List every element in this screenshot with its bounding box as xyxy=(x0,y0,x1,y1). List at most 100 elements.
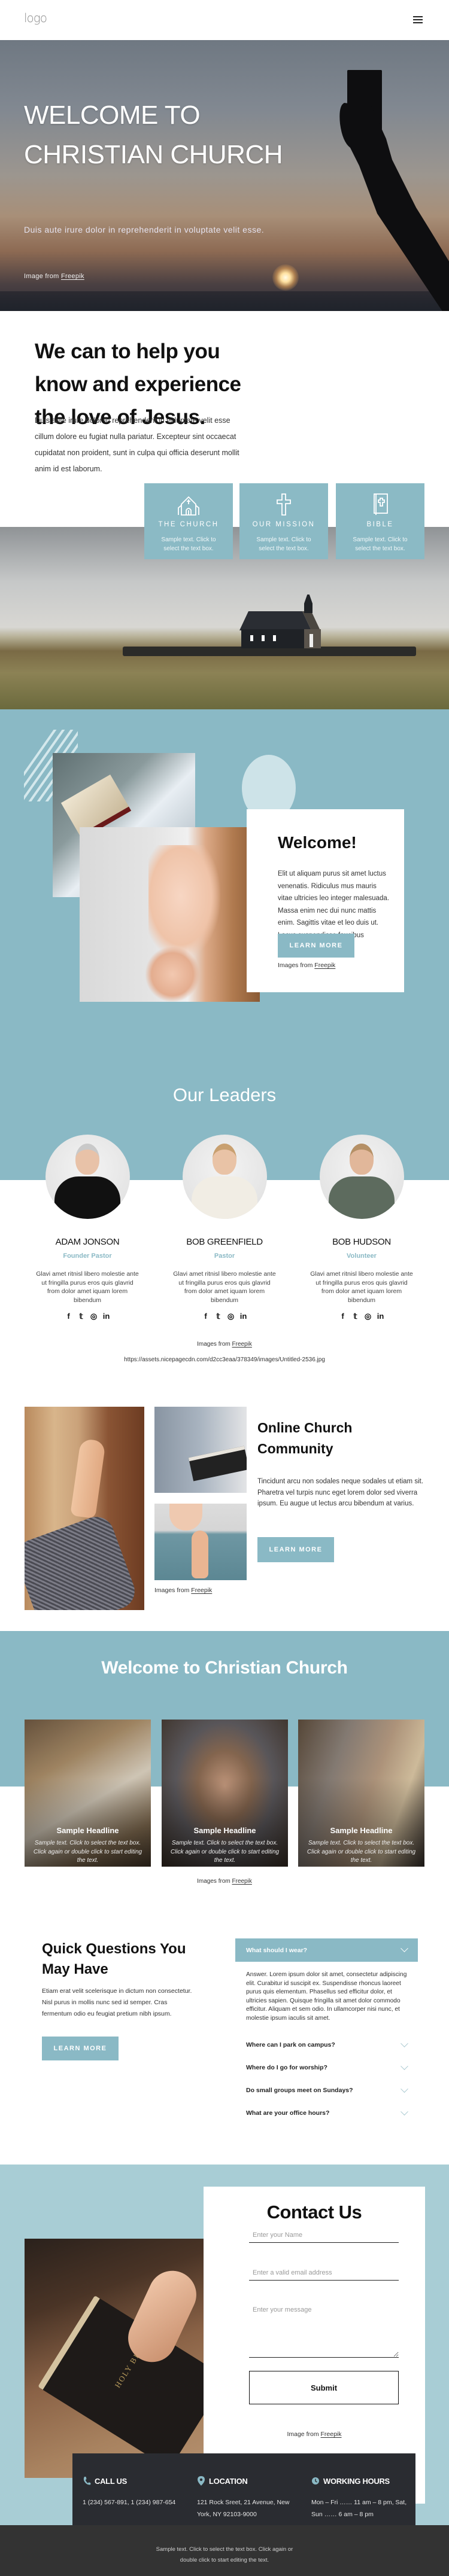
man-holding-bible-image xyxy=(154,1407,247,1493)
community-heading: Online Church Community xyxy=(257,1420,353,1456)
feature-card-mission[interactable]: OUR MISSION Sample text. Click to select… xyxy=(239,483,328,559)
phone-icon xyxy=(83,2477,91,2485)
instagram-icon[interactable]: ◎ xyxy=(365,1312,372,1321)
leader-role: Founder Pastor xyxy=(63,1252,112,1260)
welcome-learn-more-button[interactable]: LEARN MORE xyxy=(278,934,354,958)
faq-heading: Quick Questions You May Have xyxy=(42,1941,186,1977)
freepik-link[interactable]: Freepik xyxy=(61,273,84,280)
faq-answer: Answer. Lorem ipsum dolor sit amet, cons… xyxy=(246,1971,407,2022)
feature-card-church[interactable]: THE CHURCH Sample text. Click to select … xyxy=(144,483,233,559)
wcc-card[interactable]: Sample Headline Sample text. Click to se… xyxy=(25,1720,151,1867)
facebook-icon[interactable]: f xyxy=(339,1312,347,1321)
feature-title: THE CHURCH xyxy=(158,521,219,528)
freepik-link[interactable]: Freepik xyxy=(232,1878,252,1885)
footer: Sample text. Click to select the text bo… xyxy=(0,2525,449,2576)
info-location: LOCATION 121 Rock Sreet, 21 Avenue, New … xyxy=(197,2476,305,2520)
social-links: f 𝕥 ◎ in xyxy=(171,1312,278,1321)
info-text: Mon – Fri …… 11 am – 8 pm, Sat, Sun …… 6… xyxy=(311,2499,407,2518)
faq-item[interactable]: Do small groups meet on Sundays? xyxy=(235,2079,418,2102)
church-icon xyxy=(178,496,199,516)
faq-question: What are your office hours? xyxy=(246,2109,330,2117)
linkedin-icon[interactable]: in xyxy=(103,1312,110,1321)
clock-icon xyxy=(312,2477,319,2484)
hamburger-menu-icon[interactable] xyxy=(413,14,423,25)
leader-card: BOB GREENFIELD Pastor Glavi amet ritnisl… xyxy=(171,1135,278,1321)
hero-title: WELCOME TO CHRISTIAN CHURCH xyxy=(24,100,283,169)
hero-image-credit: Image from Freepik xyxy=(24,273,84,280)
contact-heading: Contact Us xyxy=(266,2202,362,2223)
credit-prefix: Images from xyxy=(154,1587,192,1594)
freepik-link[interactable]: Freepik xyxy=(232,1341,252,1348)
girl-praying-image xyxy=(80,827,260,1002)
leader-role: Pastor xyxy=(214,1252,235,1260)
hero-background-image xyxy=(0,40,449,311)
card-headline: Sample Headline xyxy=(330,1826,393,1835)
faq-item-open[interactable]: What should I wear? xyxy=(235,1938,418,1962)
social-links: f 𝕥 ◎ in xyxy=(308,1312,415,1321)
wcc-card[interactable]: Sample Headline Sample text. Click to se… xyxy=(298,1720,424,1867)
linkedin-icon[interactable]: in xyxy=(240,1312,247,1321)
credit-prefix: Image from xyxy=(287,2431,321,2438)
twitter-icon[interactable]: 𝕥 xyxy=(215,1312,222,1321)
faq-accordion: What should I wear? Answer. Lorem ipsum … xyxy=(235,1938,418,2124)
leader-card: ADAM JONSON Founder Pastor Glavi amet ri… xyxy=(34,1135,141,1321)
card-headline: Sample Headline xyxy=(56,1826,119,1835)
info-text: 121 Rock Sreet, 21 Avenue, New York, NY … xyxy=(197,2499,290,2518)
community-text: Tincidunt arcu non sodales neque sodales… xyxy=(257,1478,424,1507)
faq-learn-more-button[interactable]: LEARN MORE xyxy=(42,2037,119,2060)
feature-card-bible[interactable]: BIBLE Sample text. Click to select the t… xyxy=(336,483,424,559)
freepik-link[interactable]: Freepik xyxy=(321,2431,342,2438)
card-text: Sample text. Click to select the text bo… xyxy=(33,1840,142,1864)
info-call: CALL US 1 (234) 567-891, 1 (234) 987-654 xyxy=(83,2476,190,2508)
avatar xyxy=(319,1135,404,1219)
faq-item[interactable]: What are your office hours? xyxy=(235,2102,418,2124)
leaders-heading: Our Leaders xyxy=(172,1084,277,1105)
bible-icon xyxy=(374,493,388,515)
linkedin-icon[interactable]: in xyxy=(377,1312,384,1321)
logo[interactable]: logo xyxy=(24,11,47,25)
facebook-icon[interactable]: f xyxy=(202,1312,210,1321)
welcome-image-credit: Images from Freepik xyxy=(278,962,335,969)
info-title: CALL US xyxy=(95,2476,127,2486)
leader-name: ADAM JONSON xyxy=(55,1237,120,1247)
instagram-icon[interactable]: ◎ xyxy=(227,1312,235,1321)
faq-question: Do small groups meet on Sundays? xyxy=(246,2087,353,2094)
twitter-icon[interactable]: 𝕥 xyxy=(78,1312,85,1321)
feature-text: Sample text. Click to select the text bo… xyxy=(353,536,408,552)
name-input[interactable] xyxy=(249,2227,399,2243)
leaders-image-credit: Images from Freepik xyxy=(0,1341,449,1348)
email-input[interactable] xyxy=(249,2265,399,2281)
leader-card: BOB HUDSON Volunteer Glavi amet ritnisl … xyxy=(308,1135,415,1321)
faq-question: What should I wear? xyxy=(246,1946,308,1954)
community-image-credit: Images from Freepik xyxy=(154,1587,212,1594)
card-text: Sample text. Click to select the text bo… xyxy=(307,1840,416,1864)
faq-item[interactable]: Where can I park on campus? xyxy=(235,2034,418,2056)
chevron-down-icon xyxy=(401,2062,408,2070)
card-text: Sample text. Click to select the text bo… xyxy=(170,1840,280,1864)
chevron-down-icon xyxy=(401,2107,408,2115)
black-church-building xyxy=(239,595,321,648)
facebook-icon[interactable]: f xyxy=(65,1312,72,1321)
freepik-link[interactable]: Freepik xyxy=(191,1587,212,1594)
wcc-heading: Welcome to Christian Church xyxy=(101,1658,348,1678)
wcc-card[interactable]: Sample Headline Sample text. Click to se… xyxy=(162,1720,288,1867)
submit-button[interactable]: Submit xyxy=(249,2371,399,2404)
image-url-text: https://assets.nicepagecdn.com/d2cc3eaa/… xyxy=(124,1356,325,1363)
cross-icon xyxy=(277,493,291,516)
contact-image-credit: Image from Freepik xyxy=(204,2431,425,2438)
instagram-icon[interactable]: ◎ xyxy=(90,1312,98,1321)
social-links: f 𝕥 ◎ in xyxy=(34,1312,141,1321)
info-text[interactable]: 1 (234) 567-891, 1 (234) 987-654 xyxy=(83,2496,190,2508)
location-pin-icon xyxy=(198,2476,205,2486)
twitter-icon[interactable]: 𝕥 xyxy=(352,1312,359,1321)
info-title: WORKING HOURS xyxy=(323,2476,390,2486)
message-textarea[interactable] xyxy=(249,2304,399,2358)
faq-question: Where can I park on campus? xyxy=(246,2041,335,2048)
welcome-heading: Welcome! xyxy=(278,833,357,852)
freepik-link[interactable]: Freepik xyxy=(314,962,335,969)
praying-hands-image xyxy=(25,1407,144,1610)
raised-bible-silhouette xyxy=(339,70,449,311)
community-learn-more-button[interactable]: LEARN MORE xyxy=(257,1537,334,1562)
feature-text: Sample text. Click to select the text bo… xyxy=(256,536,311,552)
faq-item[interactable]: Where do I go for worship? xyxy=(235,2056,418,2079)
